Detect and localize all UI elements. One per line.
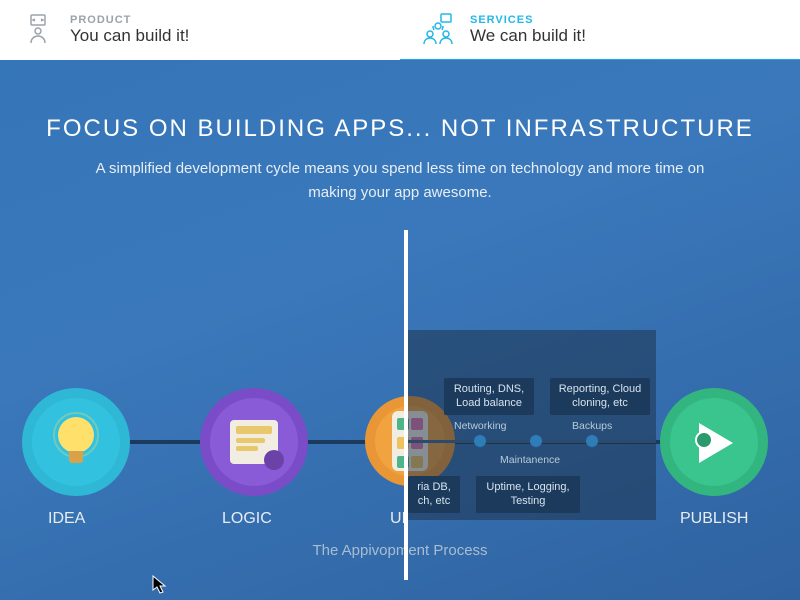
label-idea: IDEA <box>48 510 85 528</box>
label-publish: PUBLISH <box>680 510 748 528</box>
lightbulb-icon <box>56 417 96 467</box>
node-publish <box>660 388 768 496</box>
process-flow: IDEA LOGIC UI PUBLISH The Appivopment Pr… <box>0 330 800 570</box>
app-store-icon <box>689 417 739 467</box>
tag-reporting: Reporting, Cloud cloning, etc <box>550 378 650 415</box>
tag-maintenance: Maintanence <box>500 454 560 468</box>
product-title: You can build it! <box>70 26 189 46</box>
hero-section: FOCUS ON BUILDING APPS... NOT INFRASTRUC… <box>0 60 800 600</box>
hero-subtitle: A simplified development cycle means you… <box>80 157 720 205</box>
cursor-icon <box>152 575 168 595</box>
infra-dot <box>586 435 598 447</box>
infra-dot <box>474 435 486 447</box>
hero-title: FOCUS ON BUILDING APPS... NOT INFRASTRUC… <box>0 60 800 143</box>
gear-icon <box>264 450 284 470</box>
tag-routing: Routing, DNS, Load balance <box>444 378 534 415</box>
comparison-slider-handle[interactable] <box>404 230 408 580</box>
developer-icon <box>20 12 56 48</box>
node-logic <box>200 388 308 496</box>
tag-db: ria DB, ch, etc <box>408 476 460 513</box>
header-tabs: PRODUCT You can build it! SERVICES We ca… <box>0 0 800 60</box>
tag-backups: Backups <box>572 420 612 434</box>
tag-networking: Networking <box>454 420 507 434</box>
services-eyebrow: SERVICES <box>470 14 586 26</box>
product-eyebrow: PRODUCT <box>70 14 189 26</box>
node-idea <box>22 388 130 496</box>
tag-uptime: Uptime, Logging, Testing <box>476 476 580 513</box>
tab-product[interactable]: PRODUCT You can build it! <box>0 0 400 60</box>
label-logic: LOGIC <box>222 510 272 528</box>
code-window-icon <box>230 420 278 464</box>
support-team-icon <box>420 12 456 48</box>
flow-caption: The Appivopment Process <box>0 542 800 559</box>
tab-services[interactable]: SERVICES We can build it! <box>400 0 800 60</box>
infra-dot <box>530 435 542 447</box>
services-title: We can build it! <box>470 26 586 46</box>
